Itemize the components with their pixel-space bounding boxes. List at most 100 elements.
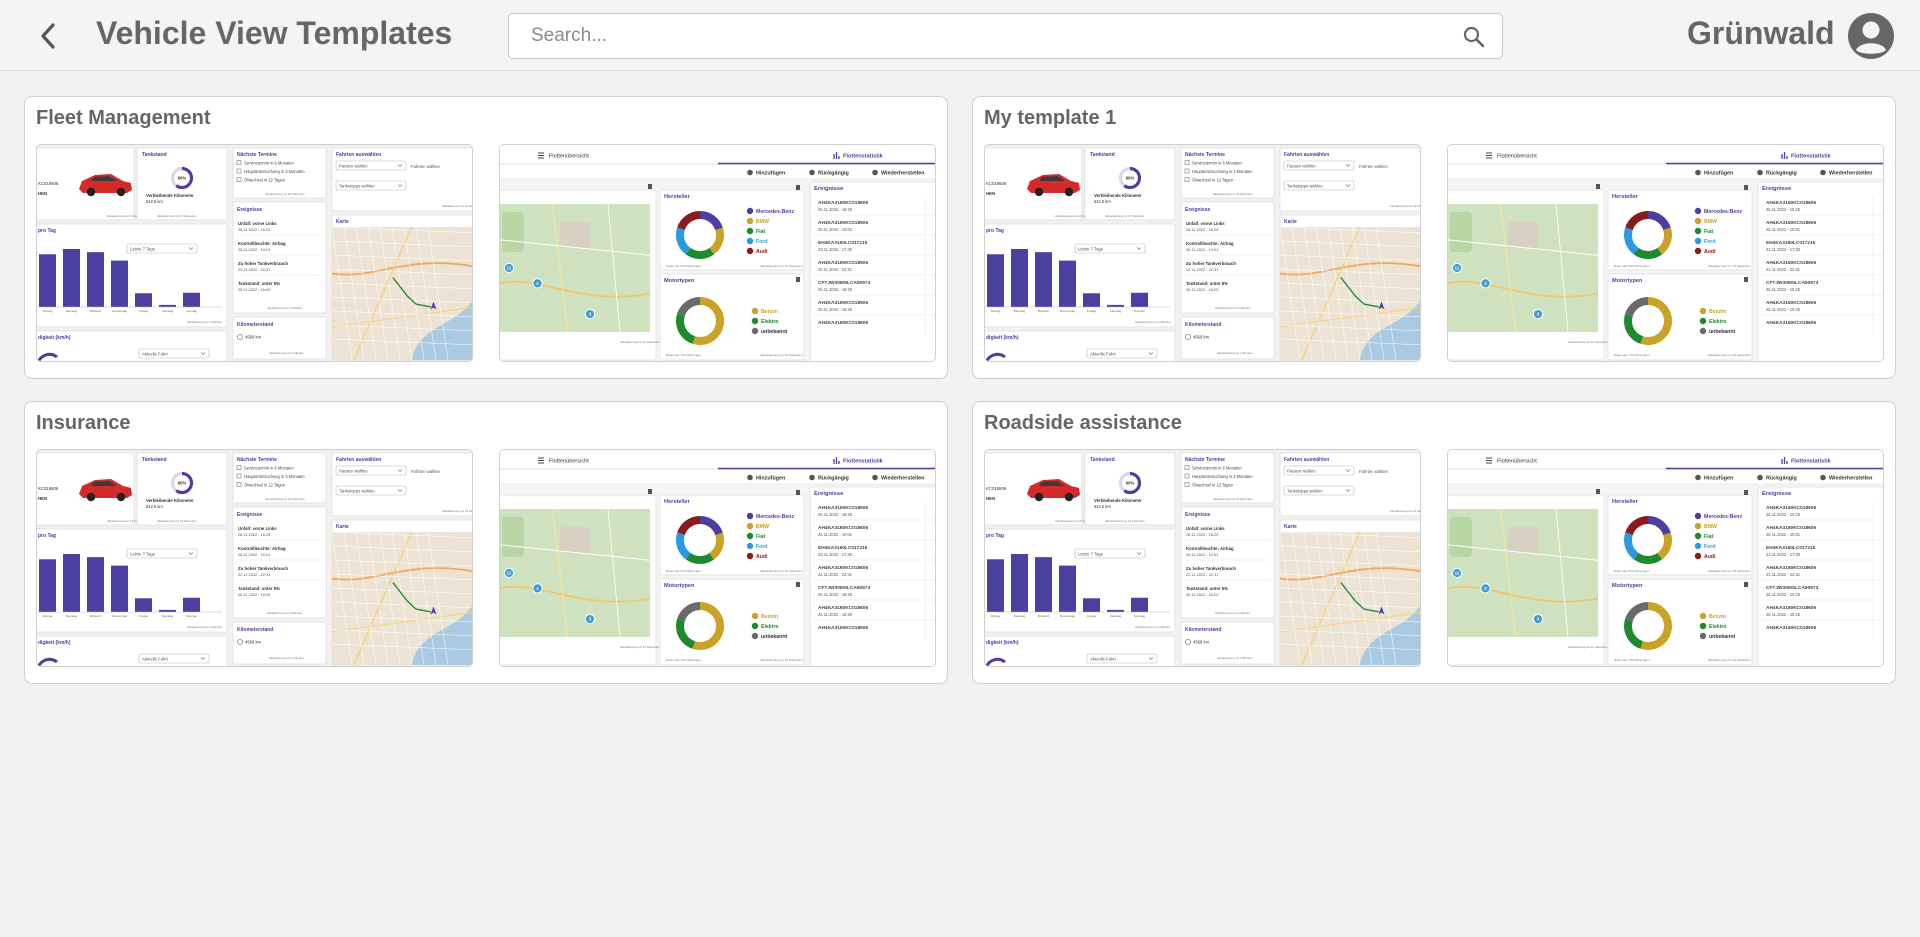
- manufacturer-legend-item: Fiat: [1704, 229, 1713, 235]
- engine-title: Motortypen: [1612, 583, 1643, 589]
- redo-button: Wiederherstellen: [881, 171, 924, 177]
- search-icon[interactable]: [1462, 25, 1486, 49]
- action-bar: [1448, 470, 1883, 484]
- car-wheel: [116, 187, 126, 197]
- update-note: Aktualisierung vor 2 Minuten: [1215, 306, 1251, 310]
- per-day-axis-label: Dienstag: [1014, 309, 1026, 313]
- per-day-axis-label: Montag: [43, 614, 53, 618]
- manufacturer-legend-item: Mercedes-Benz: [756, 209, 794, 215]
- legend-dot: [746, 237, 754, 245]
- pause-select-label: Pausen wählen: [1287, 468, 1316, 473]
- remaining-km-value: 642,5 km: [146, 199, 163, 204]
- fleet-events-title: Ereignisse: [1762, 491, 1792, 497]
- map-town: [560, 527, 590, 553]
- redo-icon: [1820, 169, 1826, 176]
- event-vehicle-id: AH4KA3160KC018606: [818, 505, 868, 511]
- appointment-item: Servicetermin in 6 Monaten: [1192, 466, 1243, 471]
- event-time: 26.11.2022 - 16:25: [1186, 532, 1218, 537]
- stats-preview-svg: Flottenübersicht Flottenstatistik Hinzufüg…: [500, 450, 935, 666]
- update-note: Aktualisierung vor 20 Sekunden: [1708, 353, 1751, 357]
- tab-statistics: Flottenstatistik: [843, 154, 884, 160]
- event-time: 26.11.2022 - 16:25: [1766, 307, 1801, 312]
- delete-icon: [1744, 582, 1748, 587]
- add-icon: [747, 169, 753, 176]
- add-icon: [747, 474, 753, 481]
- engine-legend-item: Elektro: [761, 624, 779, 630]
- per-day-axis-label: Donnerstag: [112, 309, 127, 313]
- appointments-title: Nächste Termine: [1185, 152, 1225, 158]
- vehicle-id: KC018606: [986, 486, 1007, 491]
- update-note: Aktualisierung vor 2 Minuten: [1217, 351, 1253, 355]
- undo-button: Rückgängig: [1766, 476, 1797, 482]
- manufacturer-legend-item: Audi: [756, 249, 768, 255]
- fleet-events-title: Ereignisse: [1762, 186, 1792, 192]
- per-day-title: pro Tag: [986, 228, 1004, 234]
- trips-title: Fahrten auswählen: [1284, 152, 1329, 158]
- back-button[interactable]: [30, 18, 66, 54]
- per-day-bar: [39, 559, 56, 612]
- per-day-bar: [1035, 557, 1052, 612]
- legend-dot: [1699, 307, 1707, 315]
- template-card[interactable]: My template 1 KC018606 HEN Aktualisierung …: [972, 96, 1896, 379]
- per-day-bar: [183, 292, 200, 307]
- per-day-title: pro Tag: [986, 533, 1004, 539]
- per-day-axis-label: Mittwoch: [90, 309, 102, 313]
- per-day-bar: [39, 254, 56, 307]
- event-time: 22.11.2022 - 22:31: [1766, 572, 1801, 577]
- engine-title: Motortypen: [664, 583, 695, 589]
- map-tile: 1123: [1448, 509, 1598, 637]
- engine-legend-item: unbekannt: [761, 634, 787, 640]
- per-day-title: pro Tag: [38, 533, 56, 539]
- event-vehicle-id: AH4KA3160KC018606: [1766, 525, 1816, 531]
- search-input[interactable]: [509, 14, 1439, 58]
- manufacturer-legend-item: Ford: [756, 544, 768, 550]
- events-title: Ereignisse: [1185, 207, 1211, 213]
- tankstops-select-label: Tankstopps wählen: [1287, 183, 1323, 188]
- event-vehicle-id: EH4KA3160LC017215: [818, 240, 868, 246]
- per-day-axis-label: Sonntag: [1134, 614, 1145, 618]
- per-day-bar: [63, 554, 80, 612]
- template-card[interactable]: Roadside assistance KC018606 HEN Aktualisi…: [972, 401, 1896, 684]
- per-day-bar: [987, 559, 1004, 612]
- fleet-events-title: Ereignisse: [814, 186, 844, 192]
- tab-statistics: Flottenstatistik: [1791, 459, 1832, 465]
- legend-dot: [1699, 612, 1707, 620]
- appointments-title: Nächste Termine: [237, 457, 277, 463]
- per-day-bar: [87, 557, 104, 612]
- account-circle-icon[interactable]: [1847, 12, 1895, 60]
- update-note: Aktualisierung vor 2 Minuten: [267, 611, 303, 615]
- legend-dot: [751, 622, 759, 630]
- dashboard-preview-svg: KC018606 HEN Aktualisierung vor 10 Sekunde…: [37, 145, 472, 361]
- delete-icon: [648, 184, 652, 189]
- odometer-title: Kilometerstand: [237, 627, 273, 633]
- fleet-statistics-preview: Flottenübersicht Flottenstatistik Hinzufüg…: [1447, 144, 1884, 362]
- map-tile: 1123: [500, 509, 650, 637]
- manufacturer-legend-item: Fiat: [756, 534, 765, 540]
- event-time: 22.11.2022 - 22:31: [1186, 572, 1218, 577]
- pause-select-label: Pausen wählen: [339, 468, 368, 473]
- update-note: Aktualisierung vor 10 Sekunden: [1390, 204, 1421, 208]
- event-vehicle-id: AH4KA3160KC018606: [1766, 625, 1816, 631]
- car-wheel: [1034, 187, 1044, 197]
- event-vehicle-id: AH4KA3160KC018606: [1766, 605, 1816, 611]
- event-time: 22.11.2022 - 22:31: [818, 572, 853, 577]
- tank-percent: 60%: [178, 481, 187, 486]
- per-day-axis-label: Sonntag: [186, 614, 197, 618]
- map-park: [502, 212, 524, 252]
- per-day-bar: [1083, 293, 1100, 307]
- appointment-item: Servicetermin in 6 Monaten: [244, 466, 295, 471]
- event-time: 22.11.2022 - 22:31: [1186, 267, 1218, 272]
- update-note: Aktualisierung vor 2 Minuten: [1217, 656, 1253, 660]
- update-note: Aktualisierung vor 2 Minuten: [1215, 611, 1251, 615]
- event-time: 26.11.2022 - 16:25: [818, 592, 853, 597]
- manufacturer-legend-item: Audi: [1704, 249, 1716, 255]
- map-title: Karte: [336, 219, 349, 225]
- event-vehicle-id: EH4KA3160LC017215: [818, 545, 868, 551]
- tankstops-select-label: Tankstopps wählen: [339, 183, 375, 188]
- update-note: Aktualisierung vor 10 Sekunden: [1568, 340, 1608, 344]
- per-day-axis-label: Mittwoch: [90, 614, 102, 618]
- template-card[interactable]: Insurance KC018606 HEN Aktualisierung vor …: [24, 401, 948, 684]
- search-box[interactable]: [508, 13, 1503, 59]
- template-card[interactable]: Fleet Management KC018606 HEN Aktualisieru…: [24, 96, 948, 379]
- per-day-axis-label: Samstag: [162, 614, 174, 618]
